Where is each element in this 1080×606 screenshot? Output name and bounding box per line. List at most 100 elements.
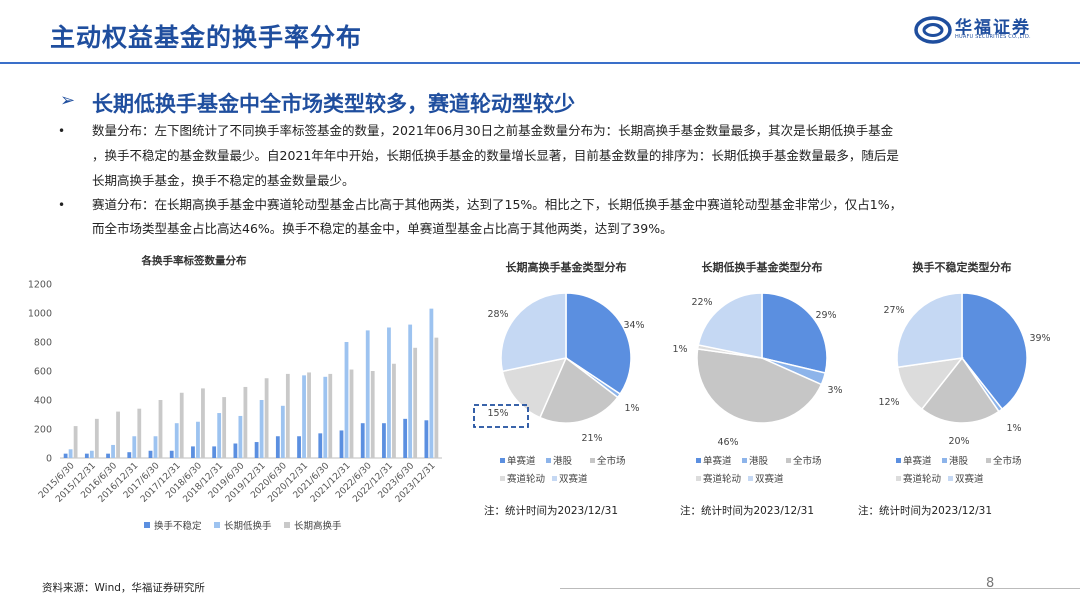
pie-data-label: 22% bbox=[691, 297, 712, 308]
legend-label: 双赛道 bbox=[955, 473, 984, 485]
pie-note-1: 注：统计时间为2023/12/31 bbox=[484, 505, 619, 517]
bullet-2-line-2: 而全市场类型基金占比高达46%。换手不稳定的基金中，单赛道型基金占比高于其他两类… bbox=[92, 221, 673, 236]
legend-label: 港股 bbox=[749, 455, 769, 467]
bar-长期高换手 bbox=[116, 411, 120, 458]
bar-长期低换手 bbox=[132, 436, 137, 458]
bar-长期高换手 bbox=[264, 378, 269, 458]
legend-swatch bbox=[214, 522, 220, 528]
pie-data-label: 15% bbox=[487, 408, 508, 419]
bar-长期高换手 bbox=[328, 373, 333, 458]
bar-换手不稳定 bbox=[148, 450, 153, 458]
legend-label: 换手不稳定 bbox=[154, 520, 202, 532]
bullet-1-line-1: 数量分布：左下图统计了不同换手率标签基金的数量，2021年06月30日之前基金数… bbox=[92, 123, 894, 138]
legend-label: 长期低换手 bbox=[224, 520, 272, 532]
y-tick-label: 200 bbox=[34, 425, 52, 436]
bullet-2-line-1: 赛道分布：在长期高换手基金中赛道轮动型基金占比高于其他两类，达到了15%。相比之… bbox=[92, 197, 903, 212]
bar-长期高换手 bbox=[349, 369, 354, 458]
bar-长期高换手 bbox=[392, 363, 396, 458]
legend-swatch bbox=[552, 476, 557, 481]
y-tick-label: 600 bbox=[34, 367, 52, 378]
bar-换手不稳定 bbox=[191, 446, 195, 458]
legend-label: 港股 bbox=[553, 455, 573, 467]
pie-data-label: 28% bbox=[487, 309, 508, 320]
bar-长期高换手 bbox=[201, 388, 205, 458]
bar-换手不稳定 bbox=[318, 433, 323, 458]
legend-swatch bbox=[896, 458, 901, 463]
bar-chart-title: 各换手率标签数量分布 bbox=[141, 254, 247, 267]
bullet-1-line-2: ，换手不稳定的基金数量最少。自2021年年中开始，长期低换手基金的数量增长显著，… bbox=[92, 148, 899, 163]
y-tick-label: 1200 bbox=[28, 280, 52, 291]
pie-data-label: 1% bbox=[672, 344, 687, 355]
legend-label: 长期高换手 bbox=[294, 520, 342, 532]
pie-data-label: 39% bbox=[1029, 333, 1050, 344]
bullet-dot: • bbox=[58, 198, 66, 212]
bar-长期低换手 bbox=[174, 423, 179, 458]
bar-换手不稳定 bbox=[233, 443, 238, 458]
bar-长期低换手 bbox=[68, 449, 73, 458]
bullet-1-line-3: 长期高换手基金，换手不稳定的基金数量最少。 bbox=[92, 173, 355, 188]
pie-data-label: 34% bbox=[623, 320, 644, 331]
legend-swatch bbox=[896, 476, 901, 481]
pie-title: 换手不稳定类型分布 bbox=[913, 260, 1012, 274]
pie-data-label: 1% bbox=[1006, 423, 1021, 434]
legend-label: 赛道轮动 bbox=[507, 473, 545, 485]
pie-data-label: 27% bbox=[883, 305, 904, 316]
legend-swatch bbox=[590, 458, 595, 463]
bar-长期高换手 bbox=[73, 426, 78, 458]
pie-data-label: 12% bbox=[878, 397, 899, 408]
y-tick-label: 400 bbox=[34, 396, 52, 407]
legend-swatch bbox=[144, 522, 150, 528]
bar-换手不稳定 bbox=[106, 453, 110, 458]
bar-长期高换手 bbox=[434, 337, 439, 458]
pie-data-label: 46% bbox=[717, 437, 738, 448]
legend-swatch bbox=[986, 458, 991, 463]
pie-note-2: 注：统计时间为2023/12/31 bbox=[680, 505, 815, 517]
title-divider bbox=[0, 62, 1080, 64]
bar-长期高换手 bbox=[243, 386, 248, 458]
bar-长期高换手 bbox=[285, 373, 290, 458]
y-tick-label: 1000 bbox=[28, 309, 52, 320]
bar-chart: 各换手率标签数量分布0200400600800100012002015/6/30… bbox=[28, 254, 442, 532]
legend-label: 双赛道 bbox=[755, 473, 784, 485]
bar-长期低换手 bbox=[111, 444, 115, 458]
legend-label: 全市场 bbox=[993, 455, 1022, 467]
pie-data-label: 21% bbox=[581, 433, 602, 444]
legend-swatch bbox=[786, 458, 791, 463]
legend-swatch bbox=[284, 522, 290, 528]
legend-label: 单赛道 bbox=[703, 455, 732, 467]
source-note: 资料来源：Wind，华福证券研究所 bbox=[42, 582, 205, 594]
legend-swatch bbox=[948, 476, 953, 481]
legend-label: 港股 bbox=[949, 455, 969, 467]
bar-长期低换手 bbox=[323, 376, 328, 458]
legend-label: 赛道轮动 bbox=[703, 473, 741, 485]
bar-换手不稳定 bbox=[360, 423, 365, 458]
page-number: 8 bbox=[986, 576, 995, 591]
bar-换手不稳定 bbox=[63, 453, 68, 458]
legend-label: 单赛道 bbox=[903, 455, 932, 467]
legend-label: 双赛道 bbox=[559, 473, 588, 485]
bar-换手不稳定 bbox=[254, 442, 259, 458]
bar-长期低换手 bbox=[387, 327, 391, 458]
bar-长期低换手 bbox=[196, 421, 200, 458]
bar-长期高换手 bbox=[158, 400, 163, 458]
bar-长期低换手 bbox=[89, 450, 94, 458]
pie-chart-low-turnover: 长期低换手基金类型分布 29% 3% 46% 1% 22% 单赛道 港股 全市场赛道轮动 双赛道 bbox=[672, 260, 842, 485]
legend-swatch bbox=[942, 458, 947, 463]
bar-长期高换手 bbox=[413, 347, 418, 458]
logo-subtitle: HUAFU SECURITIES CO.,LTD. bbox=[955, 34, 1031, 40]
bar-长期高换手 bbox=[307, 372, 311, 458]
pie-slice-双赛道 bbox=[896, 292, 963, 369]
pie-data-label: 1% bbox=[624, 403, 639, 414]
y-tick-label: 0 bbox=[46, 454, 52, 465]
pie-title: 长期低换手基金类型分布 bbox=[702, 260, 823, 274]
legend-label: 单赛道 bbox=[507, 455, 536, 467]
bar-长期低换手 bbox=[238, 415, 243, 458]
bar-长期高换手 bbox=[179, 392, 184, 458]
bar-长期高换手 bbox=[222, 397, 227, 458]
bar-换手不稳定 bbox=[127, 452, 132, 458]
legend-label: 全市场 bbox=[597, 455, 626, 467]
legend-swatch bbox=[500, 458, 505, 463]
bar-换手不稳定 bbox=[84, 453, 89, 458]
page-title: 主动权益基金的换手率分布 bbox=[50, 23, 363, 52]
pie-chart-unstable-turnover: 换手不稳定类型分布 39% 1% 20% 12% 27% 单赛道 港股 全市场赛道轮动 双赛道 bbox=[878, 260, 1050, 485]
